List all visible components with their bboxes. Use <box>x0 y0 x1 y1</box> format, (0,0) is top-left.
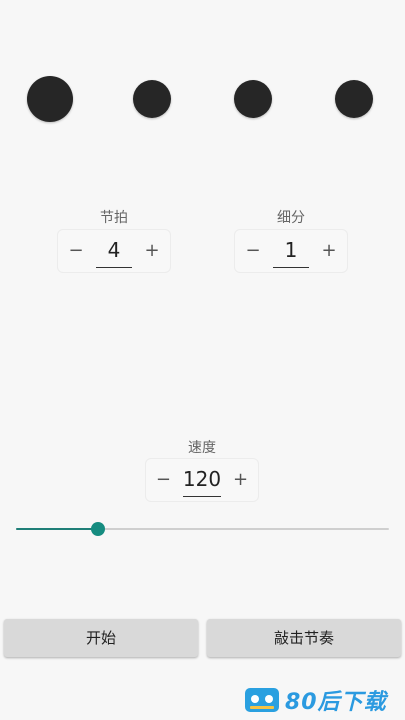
subdivision-value-field[interactable]: 1 <box>273 235 309 268</box>
watermark-text: 80后下载 <box>285 690 387 715</box>
beats-label: 节拍 <box>100 210 128 226</box>
tempo-slider[interactable] <box>16 520 389 538</box>
slider-thumb[interactable] <box>91 522 106 536</box>
tempo-increment-button[interactable]: + <box>223 458 258 502</box>
tempo-decrement-button[interactable]: − <box>146 458 181 502</box>
beats-value-field[interactable]: 4 <box>96 235 132 268</box>
beats-stepper: − 4 + <box>57 229 171 273</box>
watermark-logo: 80后下载 <box>245 684 405 716</box>
tap-tempo-button[interactable]: 敲击节奏 <box>207 619 401 657</box>
subdivision-label: 细分 <box>277 210 305 226</box>
beats-increment-button[interactable]: + <box>134 229 170 273</box>
subdivision-decrement-button[interactable]: − <box>235 229 271 273</box>
subdivision-stepper: − 1 + <box>234 229 348 273</box>
beat-indicator <box>335 80 373 118</box>
cassette-icon <box>245 688 279 712</box>
beats-decrement-button[interactable]: − <box>58 229 94 273</box>
start-button[interactable]: 开始 <box>4 619 198 657</box>
beat-indicator <box>133 80 171 118</box>
tempo-stepper: − 120 + <box>145 458 259 502</box>
beat-indicator-accent <box>27 76 73 122</box>
beat-indicator-row <box>0 76 405 122</box>
tempo-label: 速度 <box>188 440 216 456</box>
beat-indicator <box>234 80 272 118</box>
tempo-value-field[interactable]: 120 <box>182 464 222 497</box>
slider-fill <box>16 528 99 530</box>
subdivision-increment-button[interactable]: + <box>311 229 347 273</box>
